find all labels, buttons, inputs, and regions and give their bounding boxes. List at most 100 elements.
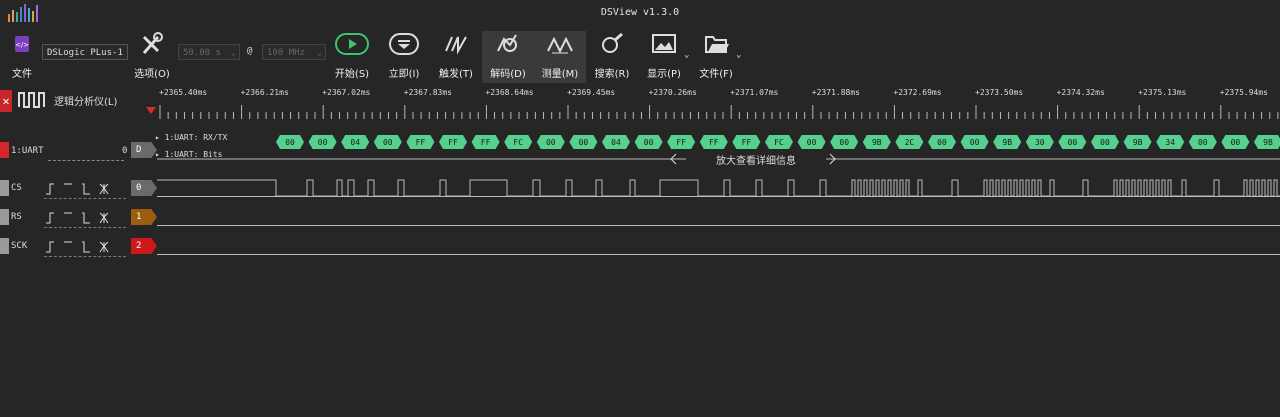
decoded-byte[interactable]: 00 xyxy=(928,135,956,149)
channel-separator xyxy=(44,198,126,199)
svg-text:00: 00 xyxy=(1100,138,1110,147)
channel-baseline xyxy=(157,225,1280,226)
decoded-byte[interactable]: FF xyxy=(439,135,467,149)
ruler-tick-marks xyxy=(159,105,1279,119)
decoded-byte[interactable]: FF xyxy=(471,135,500,149)
close-panel-button[interactable]: ✕ xyxy=(0,90,12,112)
decoded-byte[interactable]: 00 xyxy=(1091,135,1119,149)
trigger-button[interactable]: 触发(T) xyxy=(436,31,476,80)
instant-button[interactable]: 立即(I) xyxy=(384,31,424,80)
decoded-byte[interactable]: 9B xyxy=(1254,135,1280,149)
decoded-byte[interactable]: 00 xyxy=(569,135,598,149)
device-select[interactable]: DSLogic PLus-1 xyxy=(42,44,128,60)
svg-text:FF: FF xyxy=(448,138,458,147)
options-button[interactable]: 选项(O) xyxy=(132,31,172,80)
decoded-byte[interactable]: 9B xyxy=(1123,135,1152,149)
svg-text:30: 30 xyxy=(1035,138,1045,147)
uart-decode-track[interactable]: 00 00 04 00 FF FF FF FC 00 00 04 00 FF FF FF FC 00 00 9B 2C… xyxy=(0,130,1280,170)
folder-open-icon xyxy=(705,36,729,53)
sample-rate-select[interactable]: 100 MHz ⌄ xyxy=(262,44,326,60)
file-menu-button[interactable]: 文件(F) xyxy=(696,31,736,80)
decoded-byte[interactable]: FC xyxy=(765,135,793,149)
at-symbol: @ xyxy=(247,46,253,56)
decoded-byte[interactable]: 00 xyxy=(830,135,859,149)
decoded-byte[interactable]: 00 xyxy=(960,135,989,149)
decoded-byte[interactable]: 00 xyxy=(308,135,337,149)
svg-text:00: 00 xyxy=(807,138,817,147)
svg-text:FF: FF xyxy=(416,138,426,147)
svg-text:FF: FF xyxy=(709,138,719,147)
svg-text:00: 00 xyxy=(1198,138,1208,147)
chevron-down-icon[interactable]: ⌄ xyxy=(684,50,689,60)
logic-wave-icon xyxy=(18,92,45,108)
channel-index-badge[interactable]: 1 xyxy=(131,209,157,225)
cs-waveform[interactable] xyxy=(0,178,1280,198)
start-button[interactable]: 开始(S) xyxy=(332,31,372,80)
svg-text:9B: 9B xyxy=(1263,138,1273,147)
ruler-tick-label: +2367.02ms xyxy=(322,88,371,97)
decoded-byte[interactable]: 04 xyxy=(341,135,370,149)
wrench-screwdriver-icon xyxy=(142,32,163,54)
decoded-byte[interactable]: 00 xyxy=(536,135,565,149)
chevron-down-icon: ⌄ xyxy=(317,48,322,57)
ruler-tick-label: +2375.13ms xyxy=(1138,88,1187,97)
display-button[interactable]: 显示(P) xyxy=(644,31,684,80)
decoded-byte[interactable]: 2C xyxy=(895,135,924,149)
file-chip-icon: </> xyxy=(15,36,29,52)
decoded-byte[interactable]: FF xyxy=(406,135,435,149)
logic-analyzer-label: 逻辑分析仪(L) xyxy=(54,97,118,108)
svg-text:00: 00 xyxy=(383,138,393,147)
measure-icon xyxy=(547,36,573,54)
decoded-byte[interactable]: 9B xyxy=(993,135,1022,149)
channel-name: SCK xyxy=(11,241,28,251)
ruler-tick-label: +2368.64ms xyxy=(485,88,534,97)
play-icon xyxy=(335,33,369,55)
decoded-byte[interactable]: 04 xyxy=(602,135,630,149)
decoded-byte[interactable]: 00 xyxy=(1188,135,1217,149)
ruler-tick-label: +2366.21ms xyxy=(240,88,289,97)
window-title: DSView v1.3.0 xyxy=(600,7,680,18)
svg-text:00: 00 xyxy=(318,138,328,147)
decoded-byte[interactable]: 00 xyxy=(276,135,304,149)
display-image-icon xyxy=(652,34,676,53)
decoded-byte[interactable]: 00 xyxy=(1058,135,1087,149)
sample-depth-select[interactable]: 50.00 s ⌄ xyxy=(178,44,240,60)
decoded-byte[interactable]: FF xyxy=(667,135,696,149)
decoded-byte[interactable]: 00 xyxy=(634,135,663,149)
channel-index-badge[interactable]: 2 xyxy=(131,238,157,254)
decoded-byte[interactable]: 00 xyxy=(1221,135,1250,149)
search-button[interactable]: 搜索(R) xyxy=(592,31,632,80)
decoded-byte[interactable]: FF xyxy=(699,135,728,149)
svg-text:00: 00 xyxy=(970,138,980,147)
decoded-byte[interactable]: FC xyxy=(504,135,533,149)
decoded-byte[interactable]: 00 xyxy=(373,135,402,149)
decoded-byte[interactable]: 34 xyxy=(1156,135,1185,149)
ruler-tick-label: +2374.32ms xyxy=(1056,88,1105,97)
decoded-byte[interactable]: 9B xyxy=(862,135,891,149)
svg-text:00: 00 xyxy=(546,138,556,147)
svg-text:9B: 9B xyxy=(872,138,882,147)
decode-icon xyxy=(497,34,517,52)
channel-baseline xyxy=(157,254,1280,255)
ruler-tick-label: +2367.83ms xyxy=(403,88,452,97)
ruler-tick-label: +2372.69ms xyxy=(893,88,942,97)
close-icon: ✕ xyxy=(2,94,10,108)
svg-text:9B: 9B xyxy=(1133,138,1143,147)
chevron-down-icon[interactable]: ⌄ xyxy=(736,50,741,60)
decode-button[interactable]: 解码(D) xyxy=(482,31,534,83)
ruler-tick-label: +2375.94ms xyxy=(1219,88,1268,97)
zoom-hint: 放大查看详细信息 xyxy=(686,152,826,167)
cursor-marker-icon[interactable] xyxy=(146,107,158,115)
search-icon xyxy=(602,32,623,53)
svg-text:34: 34 xyxy=(1165,138,1175,147)
title-bar: DSView v1.3.0 xyxy=(0,0,1280,28)
svg-text:FF: FF xyxy=(676,138,686,147)
svg-text:</>: </> xyxy=(15,41,29,49)
file-button[interactable]: </> 文件 xyxy=(8,31,36,80)
decoded-byte[interactable]: 30 xyxy=(1025,135,1054,149)
decoded-byte[interactable]: 00 xyxy=(797,135,826,149)
instant-capture-icon xyxy=(389,33,419,55)
measure-button[interactable]: 测量(M) xyxy=(534,31,586,83)
svg-text:04: 04 xyxy=(611,138,621,147)
decoded-byte[interactable]: FF xyxy=(732,135,761,149)
